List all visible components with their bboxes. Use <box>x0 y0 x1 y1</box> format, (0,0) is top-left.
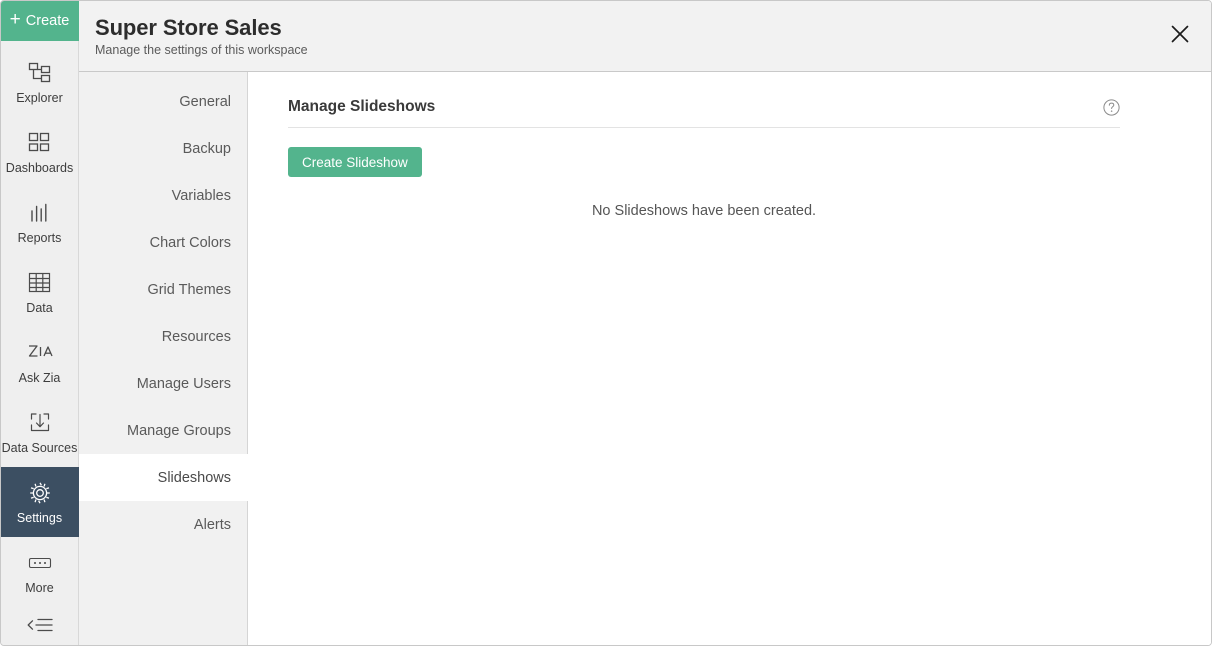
sidebar-item-data-sources[interactable]: Data Sources <box>1 397 79 467</box>
settings-nav: General Backup Variables Chart Colors Gr… <box>79 72 248 645</box>
create-button[interactable]: + Create <box>1 1 79 41</box>
bar-chart-icon <box>27 200 53 226</box>
settings-nav-label: Backup <box>182 140 231 157</box>
sidebar-item-label: Explorer <box>16 90 63 105</box>
help-circle-icon[interactable] <box>1103 98 1120 116</box>
sidebar-item-ask-zia[interactable]: Ask Zia <box>1 327 79 397</box>
create-slideshow-button[interactable]: Create Slideshow <box>288 147 422 177</box>
settings-panel: Super Store Sales Manage the settings of… <box>79 1 1211 645</box>
hierarchy-icon <box>27 60 53 86</box>
settings-nav-item-slideshows[interactable]: Slideshows <box>79 454 248 501</box>
workspace-settings-window: + Create Explorer Dashboards Reports Dat… <box>0 0 1212 646</box>
sidebar-item-label: Ask Zia <box>18 370 61 385</box>
sidebar-item-reports[interactable]: Reports <box>1 187 79 257</box>
rail-bottom-section <box>1 607 79 645</box>
sidebar-item-label: More <box>25 580 54 595</box>
section-title: Manage Slideshows <box>288 98 436 115</box>
sidebar-item-more[interactable]: More <box>1 537 79 607</box>
settings-nav-label: Manage Groups <box>127 422 231 439</box>
sidebar-item-dashboards[interactable]: Dashboards <box>1 117 79 187</box>
settings-nav-label: Resources <box>161 328 231 345</box>
empty-state-message: No Slideshows have been created. <box>591 203 817 219</box>
data-import-icon <box>27 410 53 436</box>
collapse-left-icon <box>27 616 53 639</box>
page-title: Super Store Sales <box>95 15 282 40</box>
settings-nav-label: Slideshows <box>157 469 231 486</box>
settings-nav-item-general[interactable]: General <box>79 78 247 125</box>
collapse-sidebar-button[interactable] <box>1 607 79 645</box>
zia-icon <box>27 340 53 366</box>
settings-nav-label: Alerts <box>193 516 231 533</box>
sidebar-item-label: Data Sources <box>1 440 78 455</box>
sidebar-item-data[interactable]: Data <box>1 257 79 327</box>
dashboard-grid-icon <box>27 130 53 156</box>
settings-nav-label: Variables <box>171 187 231 204</box>
page-subtitle: Manage the settings of this workspace <box>95 43 308 57</box>
settings-nav-item-resources[interactable]: Resources <box>79 313 247 360</box>
settings-nav-label: Manage Users <box>136 375 231 392</box>
sidebar-item-label: Settings <box>16 510 63 525</box>
table-icon <box>27 270 53 296</box>
settings-body: General Backup Variables Chart Colors Gr… <box>79 72 1211 645</box>
close-icon <box>1169 23 1191 50</box>
primary-nav-rail: + Create Explorer Dashboards Reports Dat… <box>1 1 79 645</box>
sidebar-item-label: Data <box>26 300 53 315</box>
plus-icon: + <box>9 9 21 30</box>
close-button[interactable] <box>1165 21 1195 51</box>
settings-nav-item-backup[interactable]: Backup <box>79 125 247 172</box>
sidebar-item-label: Reports <box>17 230 62 245</box>
settings-nav-item-manage-users[interactable]: Manage Users <box>79 360 247 407</box>
gear-icon <box>27 480 53 506</box>
sidebar-item-explorer[interactable]: Explorer <box>1 47 79 117</box>
settings-nav-item-grid-themes[interactable]: Grid Themes <box>79 266 247 313</box>
settings-nav-item-alerts[interactable]: Alerts <box>79 501 247 548</box>
content-header: Manage Slideshows <box>288 98 1120 128</box>
settings-nav-label: Chart Colors <box>149 234 231 251</box>
settings-header: Super Store Sales Manage the settings of… <box>79 1 1211 72</box>
settings-nav-label: General <box>179 93 231 110</box>
slideshows-content: Manage Slideshows Create Slideshow No Sl… <box>248 72 1211 645</box>
create-button-label: Create <box>25 13 70 29</box>
header-text-block: Super Store Sales Manage the settings of… <box>95 14 308 58</box>
sidebar-item-settings[interactable]: Settings <box>1 467 79 537</box>
settings-nav-label: Grid Themes <box>147 281 231 298</box>
settings-nav-item-chart-colors[interactable]: Chart Colors <box>79 219 247 266</box>
settings-nav-item-manage-groups[interactable]: Manage Groups <box>79 407 247 454</box>
sidebar-item-label: Dashboards <box>5 160 74 175</box>
ellipsis-box-icon <box>27 550 53 576</box>
settings-nav-item-variables[interactable]: Variables <box>79 172 247 219</box>
